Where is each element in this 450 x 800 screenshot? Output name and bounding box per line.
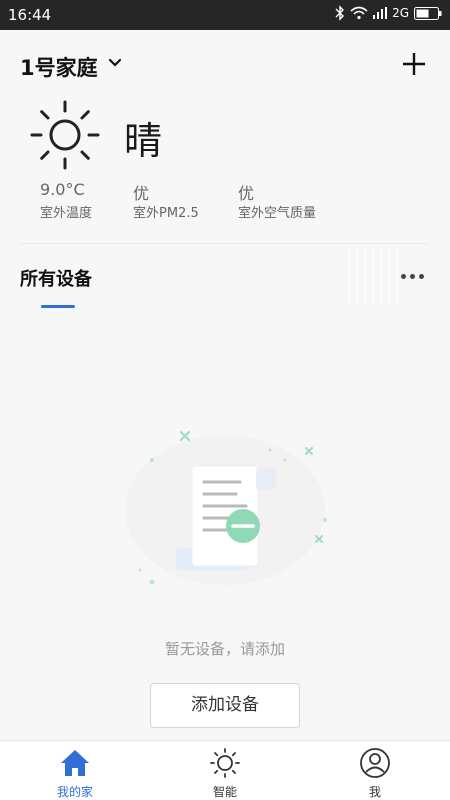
- tab-indicator: [41, 305, 75, 308]
- stat-temperature: 9.0°C 室外温度: [40, 180, 92, 221]
- stat-value: 优: [133, 184, 150, 203]
- nav-label: 智能: [212, 785, 237, 799]
- nav-label: 我: [368, 785, 381, 799]
- stat-value: 优: [238, 184, 255, 203]
- bluetooth-icon: [335, 5, 345, 21]
- battery-icon: [414, 6, 442, 20]
- user-icon: [360, 748, 390, 778]
- status-icons: 2G: [335, 5, 442, 21]
- network-type: 2G: [392, 6, 409, 20]
- status-time: 16:44: [8, 6, 52, 24]
- more-icon[interactable]: [401, 274, 424, 279]
- tab-all-devices[interactable]: 所有设备: [20, 265, 92, 291]
- bottom-nav: 我的家 智能 我: [0, 740, 450, 800]
- stat-label: 室外空气质量: [238, 206, 317, 221]
- stat-label: 室外PM2.5: [133, 206, 199, 221]
- add-device-button[interactable]: 添加设备: [150, 683, 300, 728]
- stat-pm25: 优 室外PM2.5: [133, 180, 199, 221]
- stat-air-quality: 优 室外空气质量: [238, 180, 316, 221]
- chevron-down-icon[interactable]: [108, 58, 122, 68]
- add-icon[interactable]: [402, 52, 426, 76]
- home-icon: [61, 750, 89, 776]
- signal-icon: [373, 7, 388, 19]
- empty-document-icon: [125, 431, 327, 585]
- status-bar: 16:44 2G: [0, 0, 450, 30]
- nav-item-home[interactable]: 我的家: [0, 741, 150, 800]
- nav-item-smart[interactable]: 智能: [150, 741, 300, 800]
- sun-icon: [30, 100, 100, 170]
- sun-icon: [210, 748, 240, 778]
- empty-message: 暂无设备，请添加: [164, 640, 285, 658]
- home-selector[interactable]: 1号家庭: [20, 52, 98, 82]
- tab-fade: [342, 250, 402, 304]
- divider: [20, 243, 428, 244]
- stat-label: 室外温度: [40, 206, 93, 221]
- header: 1号家庭: [0, 30, 450, 100]
- stat-value: 9.0°C: [40, 180, 85, 199]
- wifi-icon: [350, 6, 368, 20]
- nav-label: 我的家: [56, 785, 93, 799]
- nav-item-me[interactable]: 我: [300, 741, 450, 800]
- weather-condition: 晴: [124, 119, 163, 163]
